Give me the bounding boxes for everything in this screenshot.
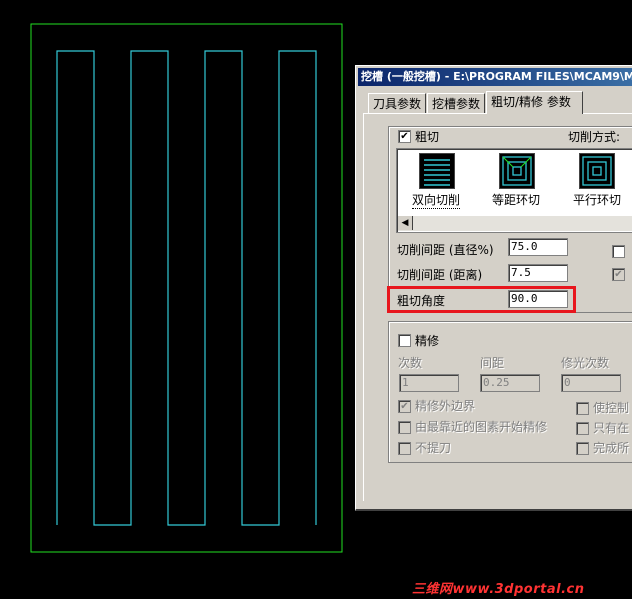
control-checkbox[interactable] [576,402,589,415]
parallel-spiral-icon[interactable] [579,153,615,189]
only-label: 只有在 [593,421,630,435]
stepover-dist-input[interactable]: 7.5 [508,264,568,282]
toolpath [56,50,317,526]
constant-overlap-spiral-icon[interactable] [499,153,535,189]
nearest-start-label: 由最靠近的图素开始精修 [415,420,548,434]
spring-passes-label: 修光次数 [561,356,610,370]
scroll-left-arrow-icon[interactable]: ◀ [398,216,413,230]
finish-passes-input[interactable]: 1 [399,374,459,392]
tab-tool-params[interactable]: 刀具参数 [368,93,426,113]
nearest-start-checkbox[interactable] [398,421,411,434]
no-lift-label: 不提刀 [415,441,452,455]
horizontal-scrollbar[interactable]: ◀ [398,215,632,231]
finish-outer-checkbox[interactable]: ✔ [398,400,411,413]
method-constant-overlap-label[interactable]: 等距环切 [492,191,540,208]
finish-passes-label: 次数 [398,356,423,370]
cut-method-label: 切削方式: [568,130,621,144]
complete-label: 完成所 [593,441,630,455]
tab-rough-finish[interactable]: 粗切/精修 参数 [486,91,583,114]
spring-passes-input[interactable]: 0 [561,374,621,392]
finish-checkbox[interactable] [398,334,411,347]
rough-checkbox[interactable]: ✔ [398,130,411,143]
only-checkbox[interactable] [576,422,589,435]
method-parallel-label[interactable]: 平行环切 [573,191,621,208]
finish-label: 精修 [415,334,440,348]
watermark: 三维网www.3dportal.cn [412,582,585,597]
no-lift-checkbox[interactable] [398,442,411,455]
control-label: 使控制 [593,401,630,415]
rough-angle-highlight-box [387,286,576,313]
pocket-boundary [30,23,343,553]
zigzag-icon[interactable] [419,153,455,189]
finish-outer-label: 精修外边界 [415,399,476,413]
stepover-dist-label: 切削间距 (距离) [397,268,483,282]
complete-checkbox[interactable] [576,442,589,455]
cut-method-list[interactable]: 双向切削 等距环切 平行环切 ◀ [396,148,632,233]
rough-label: 粗切 [415,130,440,144]
stepover-pct-input[interactable]: 75.0 [508,238,568,256]
dialog-title: 挖槽 (一般挖槽) - E:\PROGRAM FILES\MCAM9\M [358,68,632,86]
stepover-pct-label: 切削间距 (直径%) [397,243,494,257]
option-checkbox-2[interactable]: ✔ [612,268,625,281]
tab-pocket-params[interactable]: 挖槽参数 [427,93,485,113]
finish-spacing-input[interactable]: 0.25 [480,374,540,392]
finish-spacing-label: 间距 [480,356,505,370]
method-zigzag-label[interactable]: 双向切削 [412,191,461,209]
option-checkbox-1[interactable] [612,245,625,258]
